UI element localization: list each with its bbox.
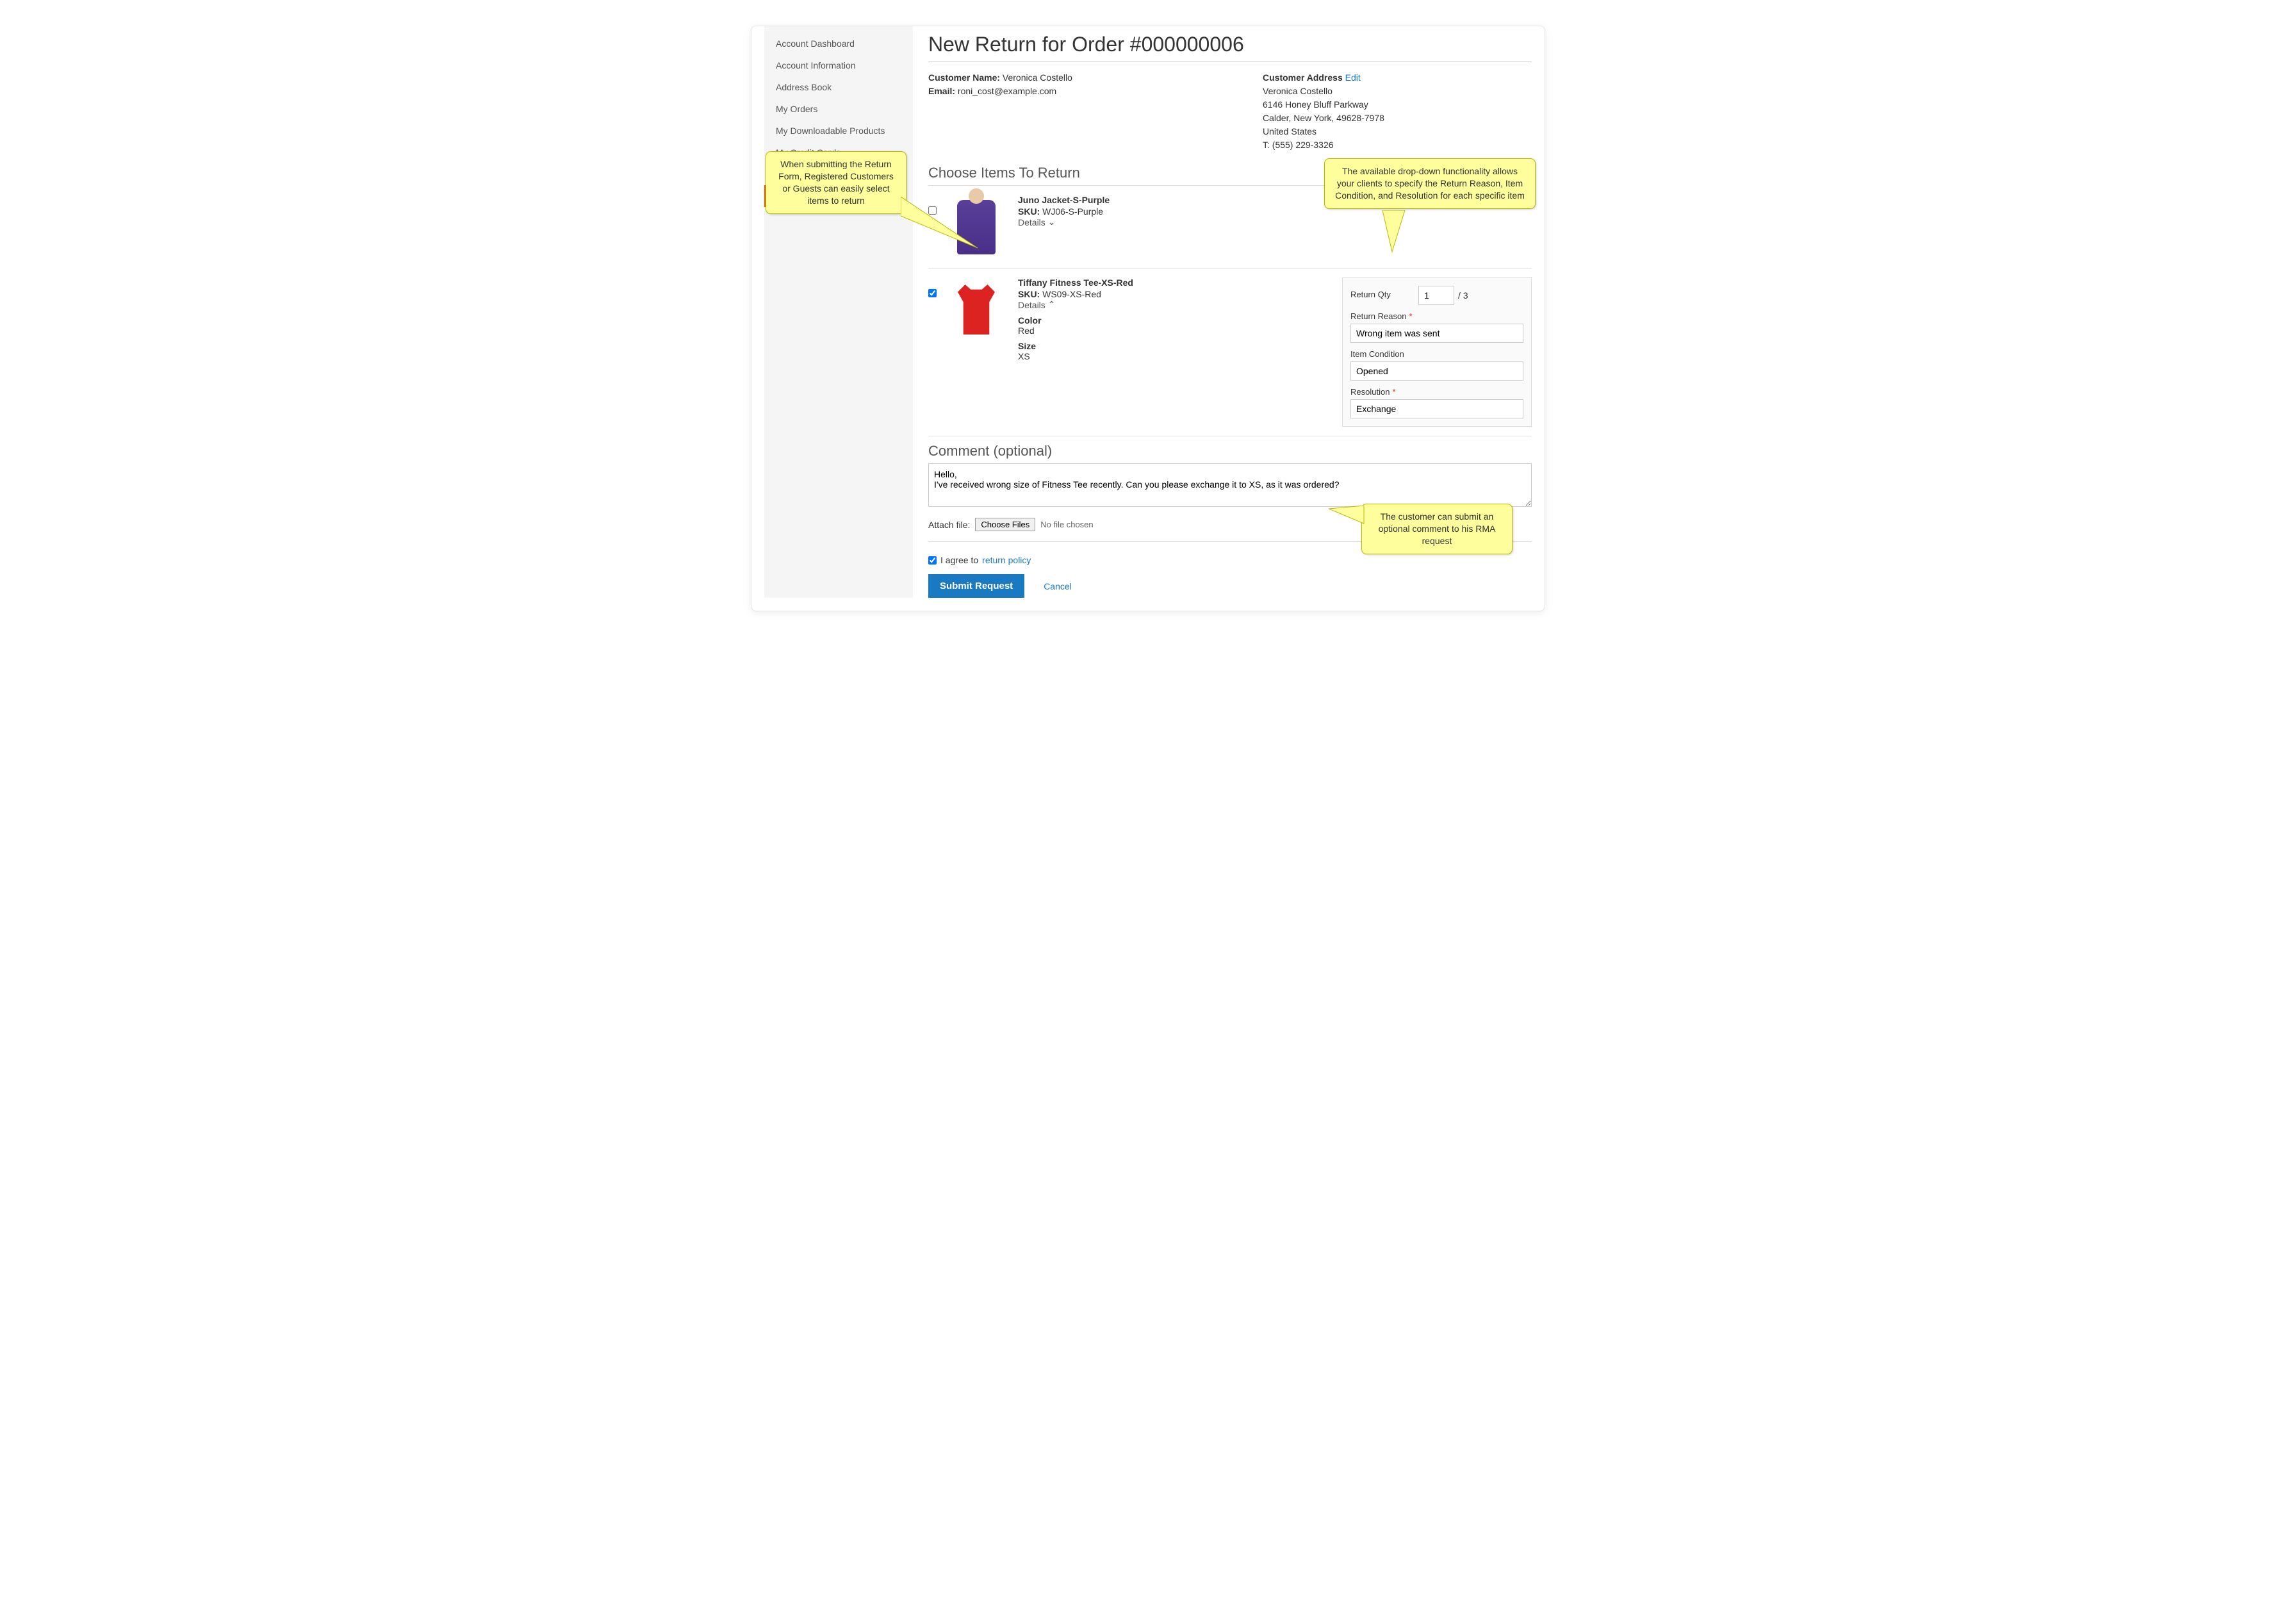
file-status: No file chosen	[1040, 520, 1093, 529]
comment-heading: Comment (optional)	[928, 443, 1532, 459]
agree-policy-text: I agree to	[940, 555, 978, 565]
sidebar-item-downloadable[interactable]: My Downloadable Products	[764, 120, 913, 142]
customer-address: Customer Address Edit Veronica Costello …	[1263, 71, 1532, 152]
callout-select-items: When submitting the Return Form, Registe…	[766, 151, 906, 214]
return-reason-select[interactable]: Wrong item was sent	[1350, 324, 1523, 343]
attr-size-value: XS	[1018, 351, 1261, 361]
callout-text: When submitting the Return Form, Registe…	[778, 159, 894, 206]
edit-address-link[interactable]: Edit	[1345, 72, 1361, 83]
customer-name-label: Customer Name:	[928, 72, 1000, 83]
item-condition-label: Item Condition	[1350, 349, 1404, 359]
sidebar-item-dashboard[interactable]: Account Dashboard	[764, 33, 913, 54]
resolution-label: Resolution	[1350, 387, 1390, 397]
attr-color-value: Red	[1018, 326, 1261, 336]
comment-textarea[interactable]: Hello, I've received wrong size of Fitne…	[928, 463, 1532, 507]
product-name: Tiffany Fitness Tee-XS-Red	[1018, 277, 1261, 288]
address-line: United States	[1263, 125, 1532, 138]
product-name: Juno Jacket-S-Purple	[1018, 195, 1261, 205]
page-title: New Return for Order #000000006	[928, 33, 1532, 56]
attr-size-label: Size	[1018, 341, 1261, 351]
sidebar-item-account-info[interactable]: Account Information	[764, 54, 913, 76]
cancel-link[interactable]: Cancel	[1044, 581, 1072, 591]
choose-files-button[interactable]: Choose Files	[975, 518, 1035, 531]
chevron-down-icon: ⌄	[1048, 217, 1056, 227]
return-form: Return Qty 1 / 3 Return Reason * Wrong i…	[1342, 277, 1532, 427]
item-row: Tiffany Fitness Tee-XS-Red SKU: WS09-XS-…	[928, 268, 1532, 436]
details-toggle[interactable]: Details ⌃	[1018, 299, 1056, 310]
sidebar-item-my-orders[interactable]: My Orders	[764, 98, 913, 120]
address-line: 6146 Honey Bluff Parkway	[1263, 98, 1532, 111]
sku-label: SKU:	[1018, 289, 1040, 299]
chevron-up-icon: ⌃	[1048, 299, 1056, 310]
callout-text: The customer can submit an optional comm…	[1379, 511, 1496, 546]
callout-comment: The customer can submit an optional comm…	[1361, 504, 1513, 554]
resolution-select[interactable]: Exchange	[1350, 399, 1523, 418]
customer-name: Veronica Costello	[1003, 72, 1072, 83]
main-content: New Return for Order #000000006 Customer…	[928, 26, 1532, 598]
sidebar-item-address-book[interactable]: Address Book	[764, 76, 913, 98]
customer-email: roni_cost@example.com	[958, 86, 1056, 96]
attr-color-label: Color	[1018, 315, 1261, 326]
return-reason-label: Return Reason	[1350, 311, 1406, 321]
return-policy-link[interactable]: return policy	[982, 555, 1031, 565]
return-qty-label: Return Qty	[1350, 290, 1414, 299]
details-toggle[interactable]: Details ⌄	[1018, 217, 1056, 227]
address-line: Calder, New York, 49628-7978	[1263, 111, 1532, 125]
customer-address-label: Customer Address	[1263, 72, 1343, 83]
attach-file-label: Attach file:	[928, 520, 970, 530]
customer-email-label: Email:	[928, 86, 955, 96]
return-qty-max: / 3	[1458, 290, 1468, 301]
account-sidebar: Account Dashboard Account Information Ad…	[764, 26, 913, 598]
agree-policy-checkbox[interactable]	[928, 556, 937, 565]
callout-text: The available drop-down functionality al…	[1335, 166, 1525, 201]
address-line: Veronica Costello	[1263, 85, 1532, 98]
address-line: T: (555) 229-3326	[1263, 138, 1532, 152]
callout-dropdowns: The available drop-down functionality al…	[1324, 158, 1536, 209]
item-condition-select[interactable]: Opened	[1350, 361, 1523, 381]
sku-label: SKU:	[1018, 206, 1040, 217]
submit-request-button[interactable]: Submit Request	[928, 574, 1024, 598]
sku-value: WS09-XS-Red	[1042, 289, 1101, 299]
sku-value: WJ06-S-Purple	[1042, 206, 1103, 217]
item-select-checkbox[interactable]	[928, 289, 937, 297]
customer-info-left: Customer Name: Veronica Costello Email: …	[928, 71, 1072, 152]
product-thumbnail	[947, 277, 1005, 342]
return-qty-select[interactable]: 1	[1418, 286, 1454, 305]
